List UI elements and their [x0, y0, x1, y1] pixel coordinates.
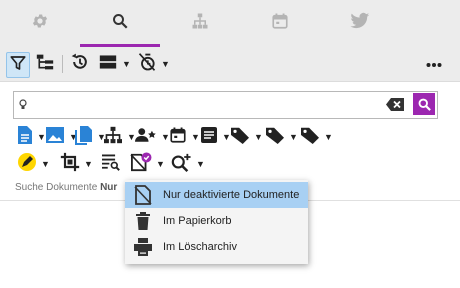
calendar-icon — [169, 126, 187, 149]
search-box — [13, 91, 438, 119]
document-filter-dropdown[interactable]: ▼ — [17, 125, 46, 149]
more-icon — [426, 55, 442, 73]
text-search-filter-button[interactable] — [101, 152, 121, 176]
menu-item-deactivated-documents[interactable]: Nur deaktivierte Dokumente — [125, 182, 308, 208]
deactivated-document-icon — [133, 185, 153, 205]
crop-icon — [60, 152, 80, 177]
zoom-in-icon — [170, 152, 192, 177]
tag-filter-dropdown-3[interactable]: ▼ — [300, 125, 333, 149]
timer-dropdown[interactable]: ▼ — [137, 52, 170, 76]
gear-icon — [31, 12, 49, 35]
chevron-down-icon: ▼ — [289, 132, 298, 142]
user-filter-dropdown[interactable]: ▼ — [135, 125, 170, 149]
tag-icon — [230, 126, 250, 149]
chevron-down-icon: ▼ — [324, 132, 333, 142]
search-input[interactable] — [30, 94, 394, 116]
search-icon — [418, 98, 431, 111]
tag-icon — [265, 126, 285, 149]
highlight-filter-dropdown[interactable]: ▼ — [17, 152, 50, 176]
filter-icon — [9, 54, 27, 77]
deactivated-document-status-icon — [130, 151, 152, 177]
tree-view-button[interactable] — [35, 52, 55, 76]
chevron-down-icon: ▼ — [161, 59, 170, 69]
layout-icon — [98, 53, 118, 76]
text-filter-dropdown[interactable]: ▼ — [200, 125, 231, 149]
hierarchy-filter-dropdown[interactable]: ▼ — [103, 125, 136, 149]
document-icon — [17, 125, 33, 150]
tree-view-icon — [35, 53, 55, 76]
calendar-icon — [271, 12, 289, 35]
chevron-down-icon: ▼ — [191, 132, 200, 142]
tag-filter-dropdown-1[interactable]: ▼ — [230, 125, 263, 149]
lightbulb-icon — [19, 98, 27, 116]
menu-item-label: Im Papierkorb — [163, 215, 232, 227]
top-tab-bar — [0, 0, 460, 47]
copy-filter-dropdown[interactable]: ▼ — [75, 125, 106, 149]
status-filter-dropdown[interactable]: ▼ — [130, 151, 165, 177]
date-filter-dropdown[interactable]: ▼ — [169, 125, 200, 149]
main-toolbar: ▼ ▼ — [0, 47, 460, 82]
chevron-down-icon: ▼ — [122, 59, 131, 69]
tab-settings[interactable] — [0, 0, 80, 47]
tab-hierarchy[interactable] — [160, 0, 240, 47]
menu-item-label: Nur deaktivierte Dokumente — [163, 189, 300, 201]
history-icon — [70, 52, 90, 77]
user-star-icon — [135, 126, 157, 149]
filter-button[interactable] — [6, 52, 30, 78]
tag-icon — [300, 126, 320, 149]
image-filter-dropdown[interactable]: ▼ — [45, 125, 78, 149]
more-options-button[interactable] — [426, 52, 442, 76]
status-dropdown-menu: Nur deaktivierte Dokumente Im Papierkorb… — [125, 180, 308, 264]
chevron-down-icon: ▼ — [196, 159, 205, 169]
chevron-down-icon: ▼ — [84, 159, 93, 169]
hierarchy-icon — [191, 12, 209, 35]
history-button[interactable] — [70, 52, 90, 76]
tab-search[interactable] — [80, 0, 160, 47]
layout-dropdown[interactable]: ▼ — [98, 52, 131, 76]
timer-off-icon — [137, 52, 157, 77]
status-bold: Nur — [100, 182, 118, 193]
trash-icon — [133, 212, 153, 230]
status-prefix: Suche Dokumente — [15, 182, 98, 193]
copy-document-icon — [75, 125, 93, 150]
highlighter-icon — [17, 152, 37, 177]
archive-icon — [133, 238, 153, 256]
text-box-icon — [200, 126, 218, 149]
twitter-icon — [350, 12, 370, 35]
hierarchy-icon — [103, 126, 123, 149]
search-submit-button[interactable] — [413, 93, 435, 115]
chevron-down-icon: ▼ — [254, 132, 263, 142]
menu-item-deletion-archive[interactable]: Im Löscharchiv — [125, 234, 308, 260]
menu-item-label: Im Löscharchiv — [163, 241, 237, 253]
search-status: Suche Dokumente Nur — [15, 182, 117, 193]
chevron-down-icon: ▼ — [156, 159, 165, 169]
search-icon — [111, 12, 129, 35]
image-icon — [45, 126, 65, 149]
crop-filter-dropdown[interactable]: ▼ — [60, 152, 93, 176]
text-search-icon — [101, 153, 121, 176]
zoom-in-filter-dropdown[interactable]: ▼ — [170, 152, 205, 176]
toolbar-separator — [62, 55, 63, 73]
menu-item-trash[interactable]: Im Papierkorb — [125, 208, 308, 234]
tab-calendar[interactable] — [240, 0, 320, 47]
tag-filter-dropdown-2[interactable]: ▼ — [265, 125, 298, 149]
chevron-down-icon: ▼ — [41, 159, 50, 169]
tab-twitter[interactable] — [320, 0, 400, 47]
clear-search-button[interactable] — [386, 98, 404, 116]
